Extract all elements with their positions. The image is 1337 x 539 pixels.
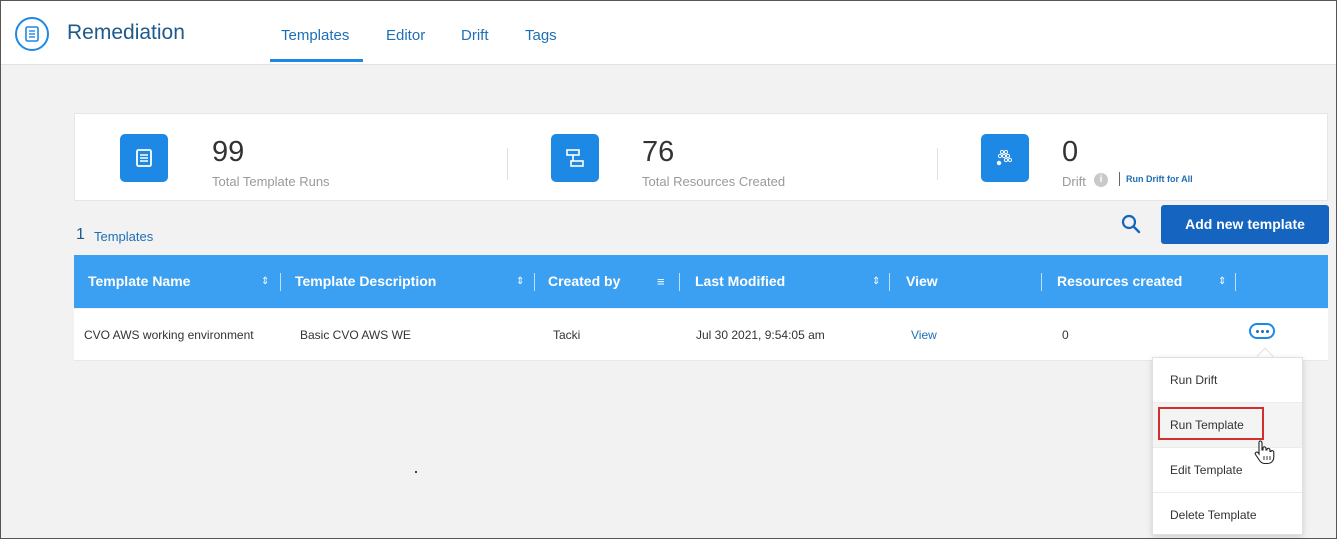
column-divider	[889, 273, 890, 291]
column-divider	[280, 273, 281, 291]
cell-template-description: Basic CVO AWS WE	[300, 328, 411, 342]
run-drift-for-all-link[interactable]: Run Drift for All	[1126, 174, 1193, 184]
drift-label: Drift	[1062, 174, 1086, 189]
menu-item-delete-template[interactable]: Delete Template	[1153, 493, 1302, 538]
column-header-created-by[interactable]: Created by	[548, 255, 620, 308]
column-divider	[679, 273, 680, 291]
dot	[1255, 329, 1259, 333]
active-tab-indicator	[270, 59, 363, 62]
cell-created-by: Tacki	[553, 328, 581, 342]
column-header-resources-created[interactable]: Resources created	[1057, 255, 1182, 308]
column-header-template-name[interactable]: Template Name	[88, 255, 190, 308]
column-header-template-description[interactable]: Template Description	[295, 255, 436, 308]
add-new-template-button[interactable]: Add new template	[1161, 205, 1329, 244]
filter-icon[interactable]: ≡	[657, 255, 665, 308]
highlight-box	[1158, 407, 1264, 440]
sort-icon[interactable]: ⇕	[1218, 255, 1226, 308]
divider	[937, 148, 938, 180]
drift-dots-icon	[981, 134, 1029, 182]
sort-icon[interactable]: ⇕	[516, 255, 524, 308]
separator	[1119, 172, 1120, 186]
drift-value: 0	[1062, 136, 1079, 168]
column-divider	[534, 273, 535, 291]
app-frame: Remediation Templates Editor Drift Tags …	[0, 0, 1337, 539]
tab-tags[interactable]: Tags	[525, 27, 557, 44]
actions-menu: Run Drift Run Template Edit Template Del…	[1152, 357, 1303, 535]
tab-editor[interactable]: Editor	[386, 27, 425, 44]
top-nav: Remediation Templates Editor Drift Tags	[1, 1, 1336, 65]
view-link[interactable]: View	[911, 328, 937, 342]
tab-templates[interactable]: Templates	[281, 27, 349, 44]
templates-count: 1	[76, 226, 85, 243]
info-icon[interactable]: i	[1094, 173, 1108, 187]
total-runs-label: Total Template Runs	[212, 174, 330, 189]
dot	[1265, 329, 1269, 333]
menu-item-run-drift[interactable]: Run Drift	[1153, 358, 1302, 403]
table-row: CVO AWS working environment Basic CVO AW…	[74, 309, 1328, 361]
total-resources-value: 76	[642, 136, 675, 168]
cell-template-name: CVO AWS working environment	[84, 328, 254, 342]
app-title: Remediation	[67, 21, 185, 44]
document-list-icon	[25, 26, 39, 42]
more-actions-button[interactable]	[1249, 323, 1275, 339]
column-divider	[1235, 273, 1236, 291]
column-header-view: View	[906, 273, 938, 289]
total-runs-value: 99	[212, 136, 245, 168]
cell-resources-created: 0	[1062, 328, 1069, 342]
cell-last-modified: Jul 30 2021, 9:54:05 am	[696, 328, 825, 342]
document-icon	[120, 134, 168, 182]
tab-drift[interactable]: Drift	[461, 27, 489, 44]
dot	[1260, 329, 1264, 333]
search-icon[interactable]	[1120, 213, 1142, 235]
stray-dot	[415, 471, 417, 473]
templates-label: Templates	[94, 229, 154, 244]
column-header-last-modified[interactable]: Last Modified	[695, 255, 785, 308]
stats-card: 99 Total Template Runs 76 Total Resource…	[74, 113, 1328, 201]
hand-pointer-icon	[1254, 440, 1275, 465]
remediation-icon	[15, 17, 49, 51]
table-header: Template Name ⇕ Template Description ⇕ C…	[74, 255, 1328, 308]
menu-item-edit-template[interactable]: Edit Template	[1153, 448, 1302, 493]
hierarchy-icon	[551, 134, 599, 182]
column-divider	[1041, 273, 1042, 291]
sort-icon[interactable]: ⇕	[261, 255, 269, 308]
divider	[507, 148, 508, 180]
sort-icon[interactable]: ⇕	[872, 255, 880, 308]
total-resources-label: Total Resources Created	[642, 174, 786, 189]
